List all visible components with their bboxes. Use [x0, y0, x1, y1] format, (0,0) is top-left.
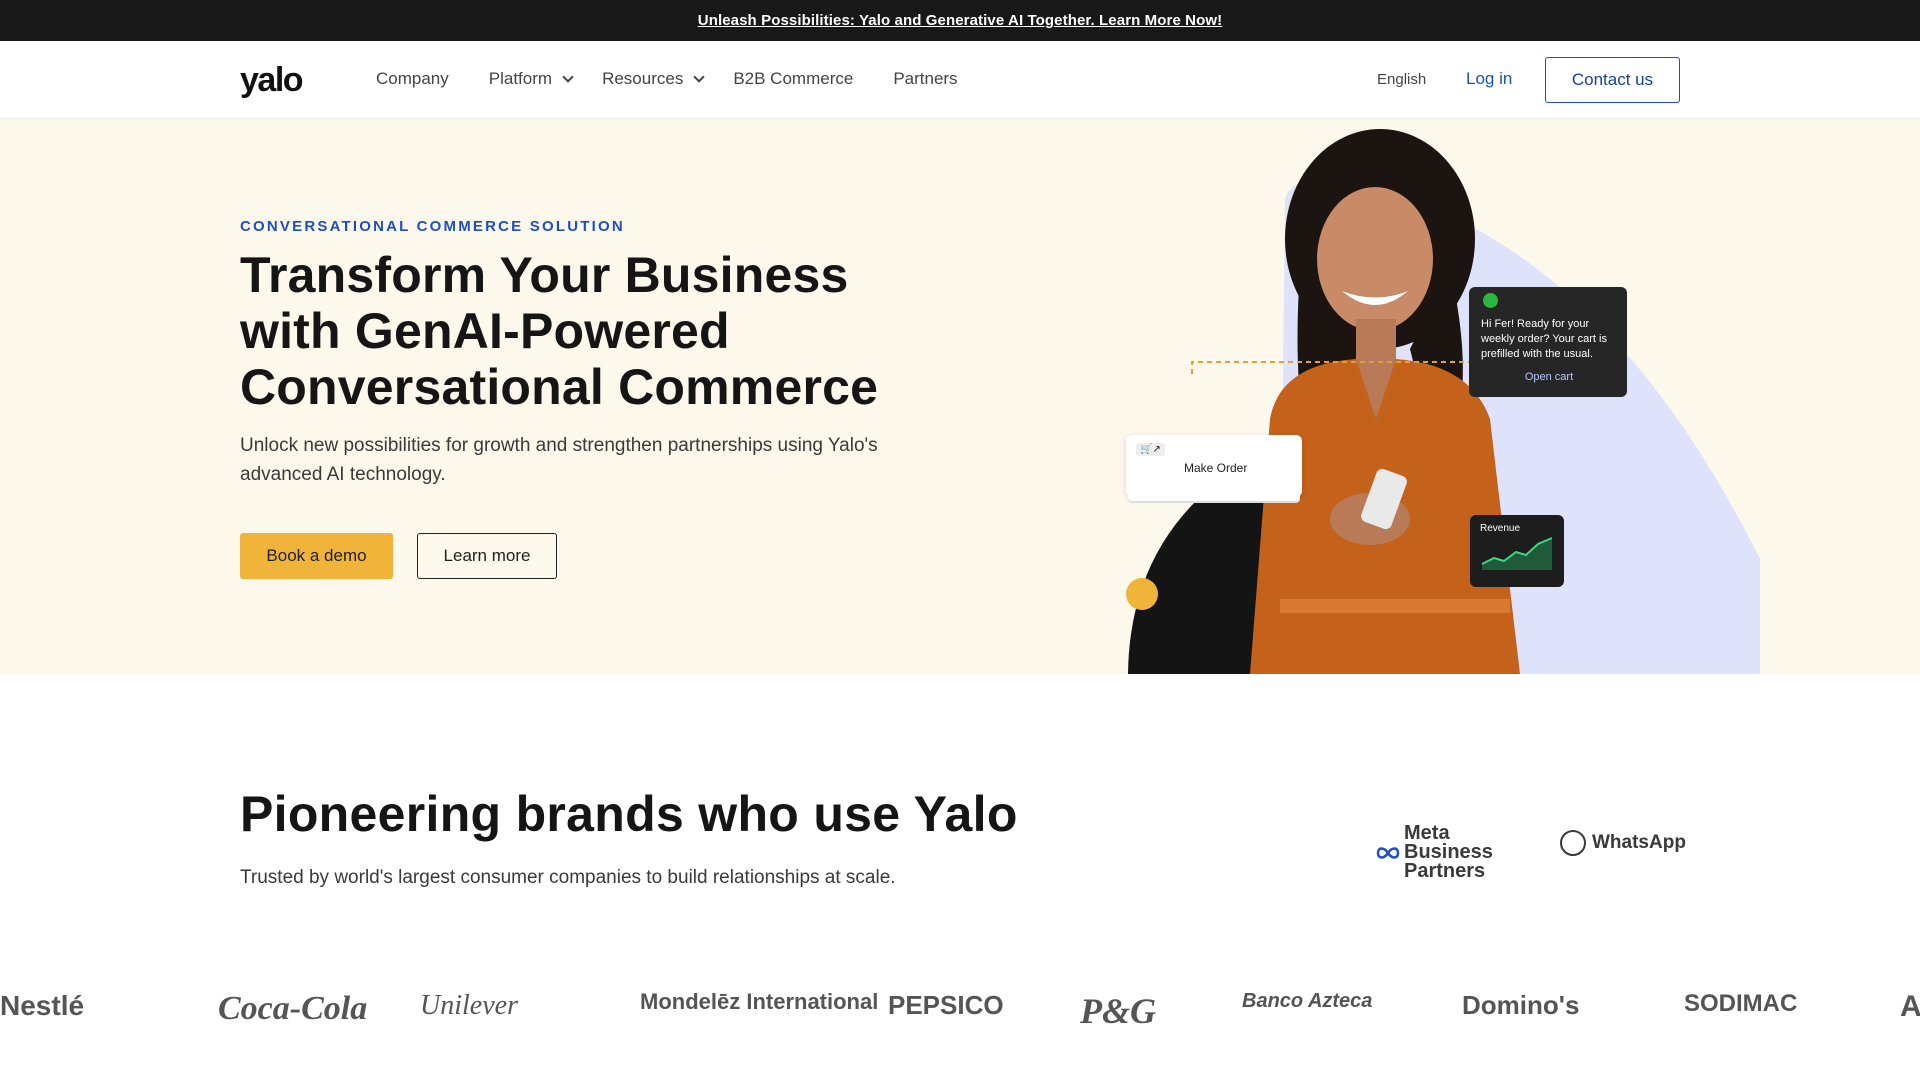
- announcement-link[interactable]: Unleash Possibilities: Yalo and Generati…: [698, 12, 1222, 29]
- yalo-logo[interactable]: yalo: [240, 61, 304, 100]
- top-navigation: yalo Company Platform Resources B2B Comm…: [0, 41, 1920, 119]
- hero-illustration: [1126, 129, 1760, 674]
- learn-more-button[interactable]: Learn more: [417, 533, 557, 579]
- hero-eyebrow: CONVERSATIONAL COMMERCE SOLUTION: [240, 218, 625, 235]
- brand-logo-pg: P&G: [1080, 991, 1156, 1031]
- hero-subtext: Unlock new possibilities for growth and …: [240, 435, 878, 485]
- hero-headline: Transform Your Business with GenAI-Power…: [240, 247, 879, 415]
- brand-logo-partial: A: [1900, 990, 1920, 1023]
- nav-item-platform[interactable]: Platform: [488, 69, 574, 89]
- contact-us-button[interactable]: Contact us: [1545, 57, 1680, 103]
- brands-subtitle: Trusted by world's largest consumer comp…: [240, 867, 896, 888]
- nav-item-company[interactable]: Company: [376, 69, 449, 89]
- chat-message: Hi Fer! Ready for your weekly order? You…: [1481, 318, 1607, 360]
- whatsapp-badge: WhatsApp: [1560, 830, 1686, 856]
- brand-logo-coca-cola: Coca-Cola: [218, 990, 368, 1027]
- nav-item-label: Platform: [488, 69, 553, 88]
- brand-logo-sodimac: SODIMAC: [1684, 990, 1798, 1017]
- nav-item-label: Company: [376, 69, 449, 88]
- nav-item-label: Resources: [602, 69, 684, 88]
- meta-infinity-icon: [1376, 846, 1400, 859]
- main-menu: Company Platform Resources B2B Commerce …: [376, 69, 998, 89]
- nav-item-label: B2B Commerce: [733, 69, 854, 88]
- make-order-card: 🛒↗ Make Order: [1126, 435, 1302, 497]
- cart-icon: 🛒↗: [1136, 443, 1165, 456]
- chevron-down-icon: [693, 71, 705, 83]
- hero-section: CONVERSATIONAL COMMERCE SOLUTION Transfo…: [0, 119, 1920, 674]
- open-cart-link: Open cart: [1524, 371, 1574, 383]
- meta-partner-label: Meta Business Partners: [1404, 822, 1493, 882]
- brand-logo-pepsico: PEPSICO: [888, 990, 1004, 1020]
- chevron-down-icon: [562, 71, 574, 83]
- login-link[interactable]: Log in: [1466, 69, 1512, 89]
- revenue-label: Revenue: [1480, 523, 1521, 534]
- brand-logo-nestle: Nestlé: [0, 990, 85, 1021]
- brand-logo-dominos: Domino's: [1462, 990, 1580, 1020]
- brand-logo-mondelez: Mondelēz International: [640, 989, 879, 1014]
- language-selector[interactable]: English: [1377, 71, 1426, 88]
- brand-logo-unilever: Unilever: [420, 990, 518, 1021]
- whatsapp-label: WhatsApp: [1592, 832, 1686, 853]
- chat-notification-card: Hi Fer! Ready for your weekly order? You…: [1469, 287, 1627, 397]
- meta-business-partners-badge: Meta Business Partners: [1376, 822, 1524, 882]
- book-demo-button[interactable]: Book a demo: [240, 533, 393, 579]
- make-order-label: Make Order: [1184, 461, 1248, 475]
- brand-logo-banco-azteca: Banco Azteca: [1242, 990, 1373, 1012]
- nav-item-b2b-commerce[interactable]: B2B Commerce: [733, 69, 853, 89]
- nav-item-resources[interactable]: Resources: [602, 69, 705, 89]
- revenue-sparkline: [1481, 537, 1553, 570]
- brand-logos-strip: Nestlé Coca-Cola Unilever Mondelēz Inter…: [0, 980, 1920, 1040]
- nav-item-partners[interactable]: Partners: [893, 69, 957, 89]
- whatsapp-icon: [1560, 830, 1586, 856]
- whatsapp-icon: [1483, 293, 1498, 308]
- announcement-bar: Unleash Possibilities: Yalo and Generati…: [0, 0, 1920, 41]
- nav-item-label: Partners: [893, 69, 958, 88]
- brands-title: Pioneering brands who use Yalo: [240, 786, 1018, 842]
- revenue-card: Revenue: [1470, 515, 1564, 587]
